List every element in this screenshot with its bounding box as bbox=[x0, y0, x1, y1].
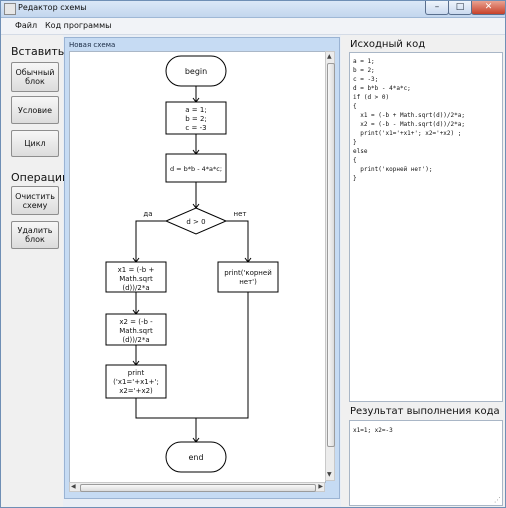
menu-bar: Файл Код программы bbox=[1, 18, 505, 35]
x1-line-2: Math.sqrt bbox=[119, 275, 153, 283]
code-line: x1 = (-b + Math.sqrt(d))/2*a; bbox=[353, 112, 465, 119]
maximize-button[interactable]: □ bbox=[448, 1, 472, 15]
title-bar[interactable]: Редактор схемы – □ ✕ bbox=[1, 1, 505, 18]
code-line: a = 1; bbox=[353, 58, 375, 65]
resize-grip-icon[interactable]: ⋰ bbox=[494, 496, 501, 504]
scroll-left-arrow[interactable]: ◀ bbox=[71, 483, 76, 491]
operations-section-label: Операции bbox=[11, 171, 70, 184]
discriminant-label: d = b*b - 4*a*c; bbox=[170, 165, 222, 173]
code-line: } bbox=[353, 175, 357, 182]
result-title: Результат выполнения кода bbox=[350, 406, 500, 417]
menu-code[interactable]: Код программы bbox=[45, 21, 111, 30]
code-line: } bbox=[353, 139, 357, 146]
print-none-block[interactable] bbox=[217, 261, 279, 293]
code-panel: Исходный код a = 1; b = 2; c = -3; d = b… bbox=[341, 35, 505, 507]
tools-panel: Вставить Обычный блок Условие Цикл Опера… bbox=[1, 35, 69, 507]
app-window: Редактор схемы – □ ✕ Файл Код программы … bbox=[0, 0, 506, 508]
clear-scheme-button[interactable]: Очистить схему bbox=[11, 186, 59, 215]
flowchart: begin a = 1; b = 2; c = -3 d = b*b - 4*a… bbox=[105, 55, 279, 473]
code-line: { bbox=[353, 103, 357, 110]
x1-line-1: x1 = (-b + bbox=[118, 266, 155, 274]
scroll-up-arrow[interactable]: ▲ bbox=[327, 53, 332, 61]
menu-file[interactable]: Файл bbox=[15, 21, 37, 30]
assign-line-1: a = 1; bbox=[185, 106, 206, 114]
result-text: x1=1; x2=-3 bbox=[353, 427, 393, 434]
condition-label: d > 0 bbox=[186, 218, 205, 226]
code-line: b = 2; bbox=[353, 67, 375, 74]
insert-section-label: Вставить bbox=[11, 45, 65, 58]
no-branch-label: нет bbox=[234, 210, 247, 218]
code-line: else bbox=[353, 148, 368, 155]
minimize-button[interactable]: – bbox=[425, 1, 449, 15]
condition-button[interactable]: Условие bbox=[11, 96, 59, 124]
scheme-tab-label[interactable]: Новая схема bbox=[69, 41, 115, 49]
code-line: { bbox=[353, 157, 357, 164]
app-icon bbox=[4, 3, 16, 15]
scroll-right-arrow[interactable]: ▶ bbox=[318, 483, 323, 491]
print-roots-line-3: x2='+x2) bbox=[119, 387, 153, 395]
source-code-title: Исходный код bbox=[350, 39, 426, 50]
code-line: print('x1='+x1+'; x2='+x2) ; bbox=[353, 130, 462, 137]
code-line: if (d > 0) bbox=[353, 94, 390, 101]
scroll-down-arrow[interactable]: ▼ bbox=[327, 471, 332, 479]
horizontal-scroll-thumb[interactable] bbox=[80, 484, 316, 492]
delete-block-button[interactable]: Удалить блок bbox=[11, 221, 59, 249]
canvas-vertical-scrollbar[interactable]: ▲ ▼ bbox=[325, 51, 335, 481]
flowchart-canvas[interactable]: begin a = 1; b = 2; c = -3 d = b*b - 4*a… bbox=[69, 51, 326, 483]
code-line: d = b*b - 4*a*c; bbox=[353, 85, 411, 92]
assign-line-2: b = 2; bbox=[185, 115, 207, 123]
code-line: print('корней нет'); bbox=[353, 166, 433, 173]
print-none-line-2: нет') bbox=[239, 278, 257, 286]
x2-line-3: (d))/2*a bbox=[122, 336, 149, 344]
assign-line-3: c = -3 bbox=[185, 124, 206, 132]
print-roots-line-2: ('x1='+x1+'; bbox=[113, 378, 159, 386]
print-none-line-1: print('корней bbox=[224, 269, 272, 277]
scheme-panel: Новая схема begin a = 1; b = 2; c = -3 d… bbox=[64, 37, 340, 499]
begin-label: begin bbox=[185, 67, 207, 76]
x2-line-2: Math.sqrt bbox=[119, 327, 153, 335]
code-line: c = -3; bbox=[353, 76, 379, 83]
end-label: end bbox=[188, 453, 203, 462]
x2-line-1: x2 = (-b - bbox=[119, 318, 153, 326]
result-output[interactable]: x1=1; x2=-3 bbox=[349, 420, 503, 506]
loop-button[interactable]: Цикл bbox=[11, 130, 59, 157]
code-line: x2 = (-b - Math.sqrt(d))/2*a; bbox=[353, 121, 465, 128]
window-title: Редактор схемы bbox=[18, 3, 87, 12]
yes-branch-label: да bbox=[143, 210, 152, 218]
source-code-editor[interactable]: a = 1; b = 2; c = -3; d = b*b - 4*a*c; i… bbox=[349, 52, 503, 402]
canvas-horizontal-scrollbar[interactable]: ◀ ▶ bbox=[69, 482, 325, 492]
normal-block-button[interactable]: Обычный блок bbox=[11, 62, 59, 92]
close-button[interactable]: ✕ bbox=[471, 1, 505, 15]
print-roots-line-1: print bbox=[128, 369, 145, 377]
x1-line-3: (d))/2*a bbox=[122, 284, 149, 292]
vertical-scroll-thumb[interactable] bbox=[327, 63, 335, 447]
